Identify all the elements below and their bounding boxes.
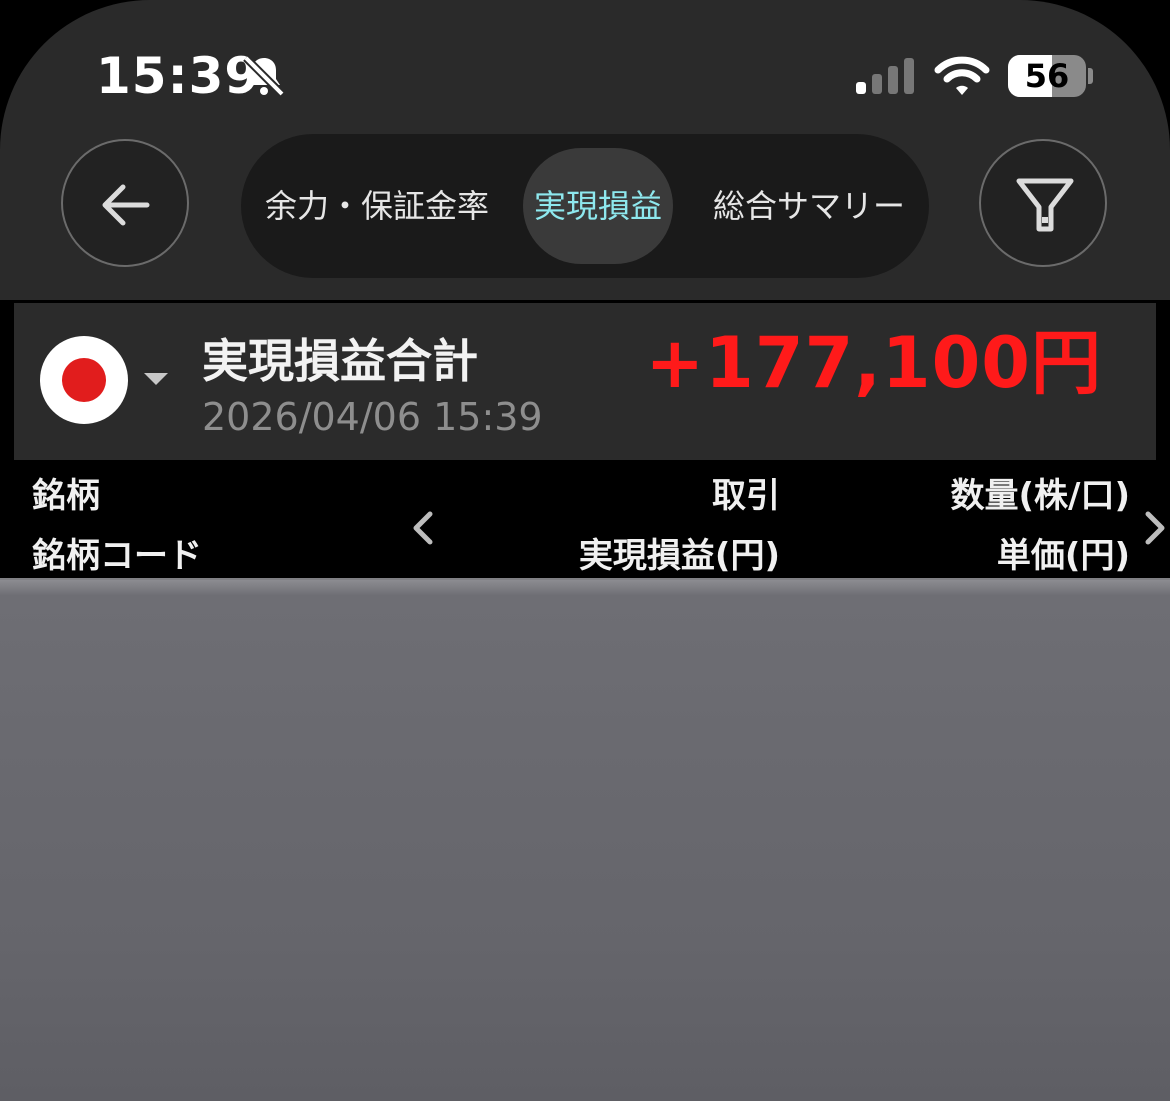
header-price: 単価(円) xyxy=(996,536,1130,576)
tab-bar: 余力・保証金率 実現損益 総合サマリー xyxy=(241,134,929,278)
flag-dot xyxy=(62,358,106,402)
chevron-down-icon[interactable] xyxy=(144,373,168,385)
header-code: 銘柄コード xyxy=(32,536,202,576)
summary-amount: +177,100円 xyxy=(645,322,1102,404)
arrow-left-icon xyxy=(102,184,150,226)
header-qty: 数量(株/口) xyxy=(950,476,1131,516)
obscured-content xyxy=(0,580,1170,1101)
tab-margin[interactable]: 余力・保証金率 xyxy=(265,134,489,278)
battery-level: 56 xyxy=(1024,57,1070,95)
back-button[interactable] xyxy=(61,139,189,267)
top-bar: 15:39 56 余力・保証金率 実現損益 総合サマリー xyxy=(0,0,1170,300)
battery-icon: 56 xyxy=(1008,55,1086,97)
summary-title: 実現損益合計 xyxy=(202,334,478,388)
battery-nub xyxy=(1088,68,1093,84)
header-name: 銘柄 xyxy=(32,476,100,516)
status-time: 15:39 xyxy=(96,47,261,105)
header-pnl: 実現損益(円) xyxy=(578,536,780,576)
tab-realized-pnl[interactable]: 実現損益 xyxy=(523,148,673,264)
japan-flag-icon[interactable] xyxy=(40,336,128,424)
summary-date: 2026/04/06 15:39 xyxy=(202,395,543,439)
signal-icon xyxy=(856,58,914,94)
tab-summary[interactable]: 総合サマリー xyxy=(713,134,905,278)
pnl-summary-card: 実現損益合計 2026/04/06 15:39 +177,100円 xyxy=(14,303,1156,460)
filter-icon xyxy=(1016,178,1074,232)
chevron-left-icon[interactable] xyxy=(408,508,438,548)
wifi-icon xyxy=(934,56,990,95)
table-header: 銘柄 銘柄コード 取引 実現損益(円) 数量(株/口) 単価(円) xyxy=(0,460,1170,580)
filter-button[interactable] xyxy=(979,139,1107,267)
bell-muted-icon xyxy=(243,55,285,97)
chevron-right-icon[interactable] xyxy=(1140,508,1170,548)
header-trade: 取引 xyxy=(712,476,780,516)
